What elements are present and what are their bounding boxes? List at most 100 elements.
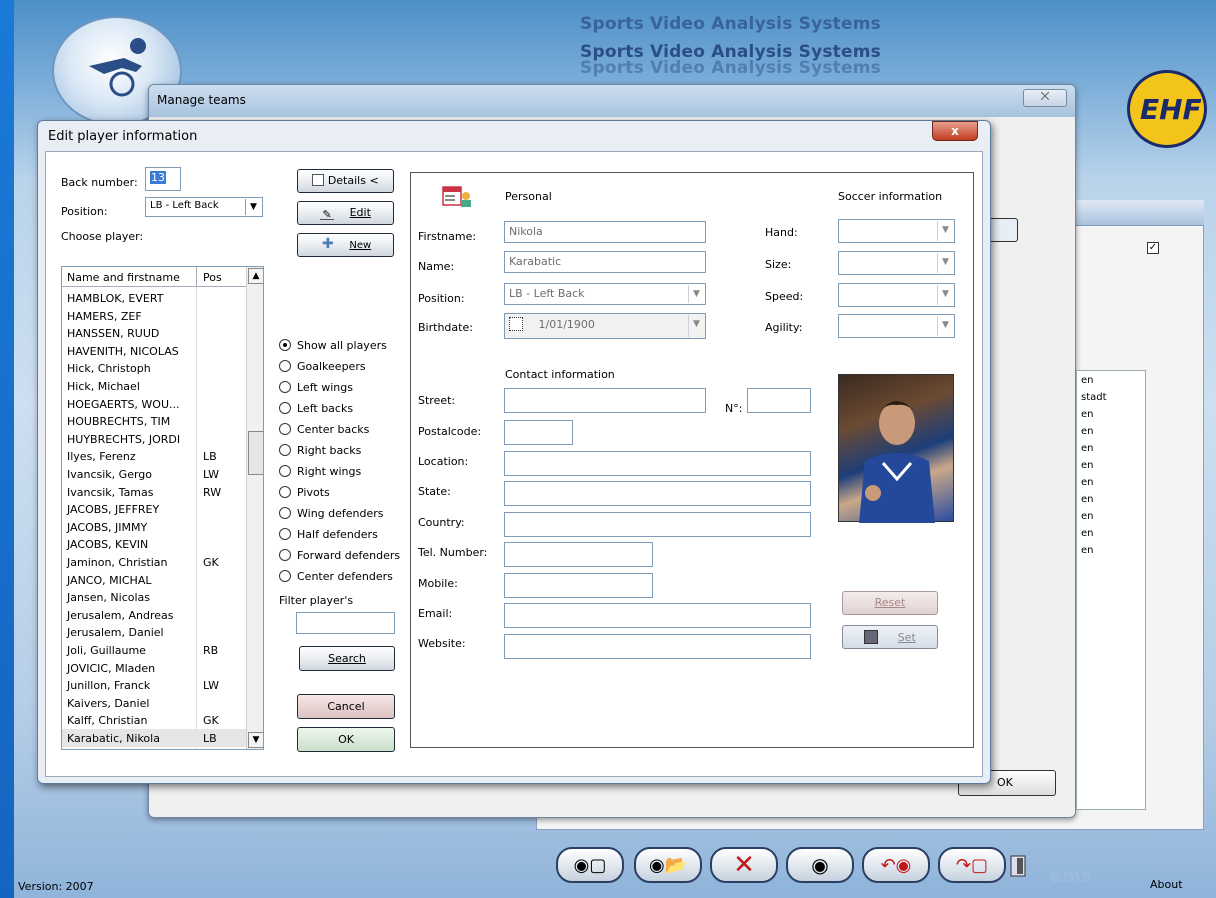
personal-position-select[interactable]: LB - Left Back ▼ (504, 283, 706, 305)
filter-radio[interactable]: Center defenders (279, 570, 393, 583)
player-row[interactable]: HOUBRECHTS, TIM (62, 412, 246, 430)
player-row[interactable]: HOEGAERTS, WOU... (62, 395, 246, 413)
edit-button[interactable]: ✎ Edit (297, 201, 394, 225)
details-button[interactable]: Details < (297, 169, 394, 193)
record-button[interactable]: ◉ (786, 847, 854, 883)
radio-button-icon[interactable] (279, 528, 291, 540)
agility-select[interactable]: ▼ (838, 314, 955, 338)
speed-select[interactable]: ▼ (838, 283, 955, 307)
scroll-down-arrow-icon[interactable]: ▼ (248, 732, 263, 748)
player-row[interactable]: Ivancsik, Tamas RW (62, 483, 246, 501)
new-button[interactable]: ✚ New (297, 233, 394, 257)
open-folder-button[interactable]: ◉📂 (634, 847, 702, 883)
firstname-input[interactable]: Nikola (504, 221, 706, 243)
player-row[interactable]: Kalff, Christian GK (62, 711, 246, 729)
size-select[interactable]: ▼ (838, 251, 955, 275)
player-row[interactable]: Junillon, Franck LW (62, 676, 246, 694)
manage-teams-close-button[interactable]: ⨉ (1023, 89, 1067, 107)
filter-radio[interactable]: Goalkeepers (279, 360, 366, 373)
filter-radio[interactable]: Right backs (279, 444, 361, 457)
team-list-item[interactable]: en (1081, 409, 1094, 420)
player-row[interactable]: HAVENITH, NICOLAS (62, 342, 246, 360)
door-exit-icon[interactable] (1008, 852, 1030, 880)
country-input[interactable] (504, 512, 811, 537)
reset-button[interactable]: Reset (842, 591, 938, 615)
radio-button-icon[interactable] (279, 360, 291, 372)
radio-button-icon[interactable] (279, 402, 291, 414)
location-input[interactable] (504, 451, 811, 476)
radio-button-icon[interactable] (279, 444, 291, 456)
street-input[interactable] (504, 388, 706, 413)
player-row[interactable]: HANSSEN, RUUD (62, 324, 246, 342)
undo-button[interactable]: ↶◉ (862, 847, 930, 883)
cancel-button[interactable]: Cancel (297, 694, 395, 719)
filter-radio[interactable]: Wing defenders (279, 507, 384, 520)
house-number-input[interactable] (747, 388, 811, 413)
player-row[interactable]: JACOBS, KEVIN (62, 535, 246, 553)
team-list-item[interactable]: en (1081, 494, 1094, 505)
delete-button[interactable]: ✕ (710, 847, 778, 883)
filter-players-input[interactable] (296, 612, 395, 634)
player-list[interactable]: Name and firstname Pos HAMBLOK, EVERT HAM… (61, 266, 264, 750)
team-list-item[interactable]: en (1081, 443, 1094, 454)
player-row[interactable]: HAMBLOK, EVERT (62, 289, 246, 307)
position-select[interactable]: LB - Left Back ▼ (145, 197, 263, 217)
team-list-item[interactable]: en (1081, 477, 1094, 488)
filter-radio[interactable]: Forward defenders (279, 549, 400, 562)
column-header-pos[interactable]: Pos (203, 271, 222, 284)
player-row[interactable]: JACOBS, JEFFREY (62, 500, 246, 518)
new-file-button[interactable]: ◉▢ (556, 847, 624, 883)
team-list-item[interactable]: en (1081, 426, 1094, 437)
player-row[interactable]: HAMERS, ZEF (62, 307, 246, 325)
player-row[interactable]: Hick, Christoph (62, 359, 246, 377)
player-row[interactable]: JACOBS, JIMMY (62, 518, 246, 536)
dialog-close-button[interactable]: x (932, 121, 978, 141)
filter-radio[interactable]: Right wings (279, 465, 361, 478)
player-row[interactable]: Ivancsik, Gergo LW (62, 465, 246, 483)
player-row[interactable]: Joli, Guillaume RB (62, 641, 246, 659)
column-header-name[interactable]: Name and firstname (67, 271, 180, 284)
team-list-item[interactable]: en (1081, 511, 1094, 522)
mobile-input[interactable] (504, 573, 653, 598)
team-list-item[interactable]: en (1081, 375, 1094, 386)
radio-button-icon[interactable] (279, 381, 291, 393)
name-input[interactable]: Karabatic (504, 251, 706, 273)
birthdate-picker[interactable]: 1/01/1900 ▼ (504, 313, 706, 339)
scroll-thumb[interactable] (248, 431, 263, 475)
filter-radio[interactable]: Left wings (279, 381, 353, 394)
radio-button-icon[interactable] (279, 486, 291, 498)
radio-button-icon[interactable] (279, 507, 291, 519)
player-row[interactable]: Karabatic, Nikola LB (62, 729, 246, 747)
filter-radio[interactable]: Left backs (279, 402, 353, 415)
back-number-input[interactable]: 13 (145, 167, 181, 191)
player-row[interactable]: Jerusalem, Daniel (62, 623, 246, 641)
player-row[interactable]: Hick, Michael (62, 377, 246, 395)
player-row[interactable]: HUYBRECHTS, JORDI (62, 430, 246, 448)
state-input[interactable] (504, 481, 811, 506)
radio-button-icon[interactable] (279, 465, 291, 477)
player-list-scrollbar[interactable]: ▲ ▼ (246, 267, 263, 749)
player-row[interactable]: Jansen, Nicolas (62, 588, 246, 606)
filter-radio[interactable]: Half defenders (279, 528, 378, 541)
about-link[interactable]: About (1150, 878, 1183, 891)
team-list-item[interactable]: en (1081, 460, 1094, 471)
player-row[interactable]: JOVICIC, Mladen (62, 659, 246, 677)
radio-button-icon[interactable] (279, 570, 291, 582)
manage-teams-checkbox[interactable]: ✓ (1147, 242, 1159, 254)
player-row[interactable]: Jerusalem, Andreas (62, 606, 246, 624)
team-list-item[interactable]: en (1081, 545, 1094, 556)
search-button[interactable]: Search (299, 646, 395, 671)
player-row[interactable]: JANCO, MICHAL (62, 571, 246, 589)
radio-button-icon[interactable] (279, 423, 291, 435)
filter-radio[interactable]: Show all players (279, 339, 387, 352)
scroll-up-arrow-icon[interactable]: ▲ (248, 268, 263, 284)
player-row[interactable]: Ilyes, Ferenz LB (62, 447, 246, 465)
team-list[interactable]: en stadt en en en en en en en en en (1076, 370, 1146, 810)
email-input[interactable] (504, 603, 811, 628)
hand-select[interactable]: ▼ (838, 219, 955, 243)
radio-button-icon[interactable] (279, 549, 291, 561)
player-row[interactable]: Jaminon, Christian GK (62, 553, 246, 571)
team-list-item[interactable]: stadt (1081, 392, 1107, 403)
filter-radio[interactable]: Center backs (279, 423, 369, 436)
website-input[interactable] (504, 634, 811, 659)
